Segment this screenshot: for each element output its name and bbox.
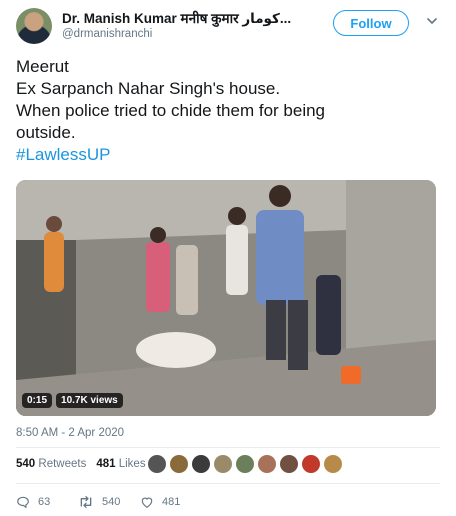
like-button[interactable]: 481 (140, 495, 180, 509)
liker-avatar[interactable] (170, 455, 188, 473)
reply-count: 63 (38, 496, 51, 508)
liker-avatars (148, 455, 342, 473)
likes-stat[interactable]: 481 Likes (96, 458, 145, 470)
follow-button[interactable]: Follow (333, 10, 409, 36)
liker-avatar[interactable] (280, 455, 298, 473)
engagement-stats: 540 Retweets 481 Likes (16, 458, 146, 470)
tweet-line: Meerut (16, 57, 69, 76)
retweet-button[interactable]: 540 (78, 495, 140, 509)
liker-avatar[interactable] (236, 455, 254, 473)
duration-badge: 0:15 (22, 393, 53, 408)
video-player[interactable]: 0:15 10.7K views (16, 180, 436, 416)
reply-button[interactable]: 63 (16, 495, 78, 509)
liker-avatar[interactable] (258, 455, 276, 473)
tweet-actions: 63 540 481 (16, 495, 180, 509)
chevron-down-icon[interactable] (425, 14, 439, 28)
hashtag-link[interactable]: #LawlessUP (16, 144, 436, 166)
liker-avatar[interactable] (148, 455, 166, 473)
tweet-line: When police tried to chide them for bein… (16, 101, 326, 120)
retweets-stat[interactable]: 540 Retweets (16, 458, 86, 470)
retweet-count: 540 (102, 496, 121, 508)
heart-icon (141, 497, 153, 508)
divider (16, 483, 440, 484)
tweet-timestamp[interactable]: 8:50 AM - 2 Apr 2020 (16, 427, 124, 439)
divider (16, 447, 440, 448)
liker-avatar[interactable] (192, 455, 210, 473)
reply-icon (17, 496, 29, 509)
liker-avatar[interactable] (302, 455, 320, 473)
tweet-text: Meerut Ex Sarpanch Nahar Singh's house. … (16, 56, 436, 166)
avatar[interactable] (16, 8, 52, 44)
video-frame (16, 180, 436, 416)
video-badges: 0:15 10.7K views (22, 393, 123, 408)
views-badge: 10.7K views (56, 393, 123, 408)
display-name[interactable]: Dr. Manish Kumar मनीष कुमार کومار... (62, 9, 291, 27)
like-count: 481 (162, 496, 181, 508)
user-handle[interactable]: @drmanishranchi (62, 28, 152, 40)
liker-avatar[interactable] (214, 455, 232, 473)
tweet-line: Ex Sarpanch Nahar Singh's house. (16, 79, 281, 98)
liker-avatar[interactable] (324, 455, 342, 473)
retweet-icon (80, 495, 92, 508)
tweet-line: outside. (16, 123, 76, 142)
tweet-header: Dr. Manish Kumar मनीष कुमार کومار... @dr… (0, 0, 456, 50)
